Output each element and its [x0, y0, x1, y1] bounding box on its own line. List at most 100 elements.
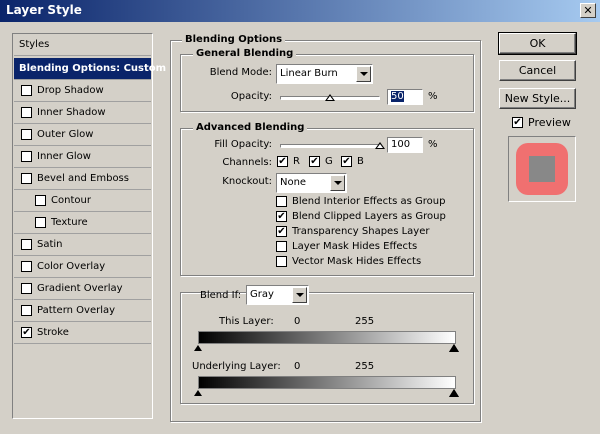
sidebar-item-stroke[interactable]: ✔ Stroke [14, 322, 151, 344]
check-icon: ✔ [342, 155, 351, 167]
new-style-button[interactable]: New Style... [499, 88, 576, 109]
channel-r[interactable]: ✔ R [277, 156, 300, 167]
inner-shadow-checkbox[interactable] [21, 107, 32, 118]
gradient-overlay-checkbox[interactable] [21, 283, 32, 294]
channel-b[interactable]: ✔ B [341, 156, 364, 167]
blend-if-value: Gray [250, 289, 274, 300]
option-blend-interior[interactable]: Blend Interior Effects as Group [276, 196, 445, 207]
window-title: Layer Style [6, 3, 82, 17]
styles-list: Styles Blending Options: Custom Drop Sha… [12, 33, 166, 419]
sidebar-item-texture[interactable]: Texture [14, 212, 151, 234]
blend-mode-dropdown[interactable]: Linear Burn [276, 64, 373, 84]
option-blend-clipped[interactable]: ✔ Blend Clipped Layers as Group [276, 211, 446, 222]
check-icon: ✔ [277, 210, 286, 222]
underlying-layer-low: 0 [294, 361, 301, 372]
sidebar-item-drop-shadow[interactable]: Drop Shadow [14, 80, 151, 102]
fill-opacity-input[interactable]: 100 [387, 137, 423, 153]
bevel-emboss-checkbox[interactable] [21, 173, 32, 184]
styles-list-header[interactable]: Styles [14, 34, 151, 56]
sidebar-item-color-overlay[interactable]: Color Overlay [14, 256, 151, 278]
title-bar: Layer Style ✕ [0, 0, 600, 22]
check-icon: ✔ [513, 116, 522, 128]
this-layer-low: 0 [294, 316, 301, 327]
close-button[interactable]: ✕ [580, 3, 596, 18]
channel-g[interactable]: ✔ G [309, 156, 333, 167]
preview-fill [529, 156, 555, 182]
stroke-checkbox[interactable]: ✔ [21, 327, 32, 338]
underlying-layer-high: 255 [355, 361, 375, 372]
drop-shadow-checkbox[interactable] [21, 85, 32, 96]
contour-checkbox[interactable] [35, 195, 46, 206]
blend-clipped-checkbox[interactable]: ✔ [276, 211, 287, 222]
sidebar-item-contour[interactable]: Contour [14, 190, 151, 212]
opacity-input[interactable]: 50 [387, 89, 423, 105]
sidebar-item-blending-options[interactable]: Blending Options: Custom [14, 58, 166, 80]
check-icon: ✔ [310, 155, 319, 167]
sidebar-item-inner-shadow[interactable]: Inner Shadow [14, 102, 151, 124]
pattern-overlay-checkbox[interactable] [21, 305, 32, 316]
fill-opacity-slider-thumb[interactable] [375, 142, 385, 149]
cancel-button[interactable]: Cancel [499, 60, 576, 81]
sidebar-item-satin[interactable]: Satin [14, 234, 151, 256]
preview-checkbox[interactable]: ✔ [512, 117, 523, 128]
this-layer-high: 255 [355, 316, 375, 327]
this-layer-white-handle[interactable] [449, 344, 459, 352]
preview-toggle[interactable]: ✔ Preview [512, 116, 571, 129]
fill-opacity-label: Fill Opacity: [214, 139, 272, 150]
sidebar-item-gradient-overlay[interactable]: Gradient Overlay [14, 278, 151, 300]
close-icon: ✕ [583, 4, 593, 17]
advanced-blending-title: Advanced Blending [193, 122, 308, 133]
this-layer-label: This Layer: [219, 316, 274, 327]
blending-options-title: Blending Options [182, 34, 286, 45]
channel-r-checkbox[interactable]: ✔ [277, 156, 288, 167]
inner-glow-checkbox[interactable] [21, 151, 32, 162]
color-overlay-checkbox[interactable] [21, 261, 32, 272]
underlying-layer-label: Underlying Layer: [192, 361, 281, 372]
texture-checkbox[interactable] [35, 217, 46, 228]
channel-b-checkbox[interactable]: ✔ [341, 156, 352, 167]
knockout-label: Knockout: [222, 176, 272, 187]
transparency-shapes-checkbox[interactable]: ✔ [276, 226, 287, 237]
sidebar-item-pattern-overlay[interactable]: Pattern Overlay [14, 300, 151, 322]
general-blending-title: General Blending [193, 48, 297, 59]
knockout-dropdown[interactable]: None [276, 173, 347, 193]
blend-if-label: Blend If: [200, 290, 242, 301]
blend-mode-label: Blend Mode: [209, 67, 272, 78]
outer-glow-checkbox[interactable] [21, 129, 32, 140]
blend-interior-checkbox[interactable] [276, 196, 287, 207]
channel-g-checkbox[interactable]: ✔ [309, 156, 320, 167]
this-layer-black-handle[interactable] [194, 345, 202, 351]
chevron-down-icon [356, 66, 371, 82]
chevron-down-icon [292, 287, 307, 303]
satin-checkbox[interactable] [21, 239, 32, 250]
option-vector-mask[interactable]: Vector Mask Hides Effects [276, 256, 421, 267]
blend-mode-value: Linear Burn [280, 68, 338, 79]
option-layer-mask[interactable]: Layer Mask Hides Effects [276, 241, 417, 252]
underlying-layer-black-handle[interactable] [194, 390, 202, 396]
check-icon: ✔ [22, 326, 31, 338]
preview-swatch [516, 143, 568, 195]
fill-opacity-slider-track[interactable] [280, 144, 380, 148]
opacity-label: Opacity: [230, 91, 272, 102]
preview-label: Preview [528, 116, 571, 129]
sidebar-item-bevel-emboss[interactable]: Bevel and Emboss [14, 168, 151, 190]
underlying-layer-white-handle[interactable] [449, 389, 459, 397]
channels-label: Channels: [222, 157, 272, 168]
opacity-slider-thumb[interactable] [325, 94, 335, 101]
layer-mask-checkbox[interactable] [276, 241, 287, 252]
vector-mask-checkbox[interactable] [276, 256, 287, 267]
this-layer-gradient[interactable] [198, 331, 456, 344]
underlying-layer-gradient[interactable] [198, 376, 456, 389]
sidebar-item-inner-glow[interactable]: Inner Glow [14, 146, 151, 168]
ok-button[interactable]: OK [498, 32, 577, 55]
blend-if-dropdown[interactable]: Gray [246, 285, 309, 305]
check-icon: ✔ [277, 225, 286, 237]
sidebar-item-outer-glow[interactable]: Outer Glow [14, 124, 151, 146]
check-icon: ✔ [278, 155, 287, 167]
option-transparency-shapes[interactable]: ✔ Transparency Shapes Layer [276, 226, 429, 237]
chevron-down-icon [330, 175, 345, 191]
fill-opacity-percent: % [428, 139, 438, 150]
opacity-percent: % [428, 91, 438, 102]
knockout-value: None [280, 177, 307, 188]
preview-box [508, 136, 576, 202]
